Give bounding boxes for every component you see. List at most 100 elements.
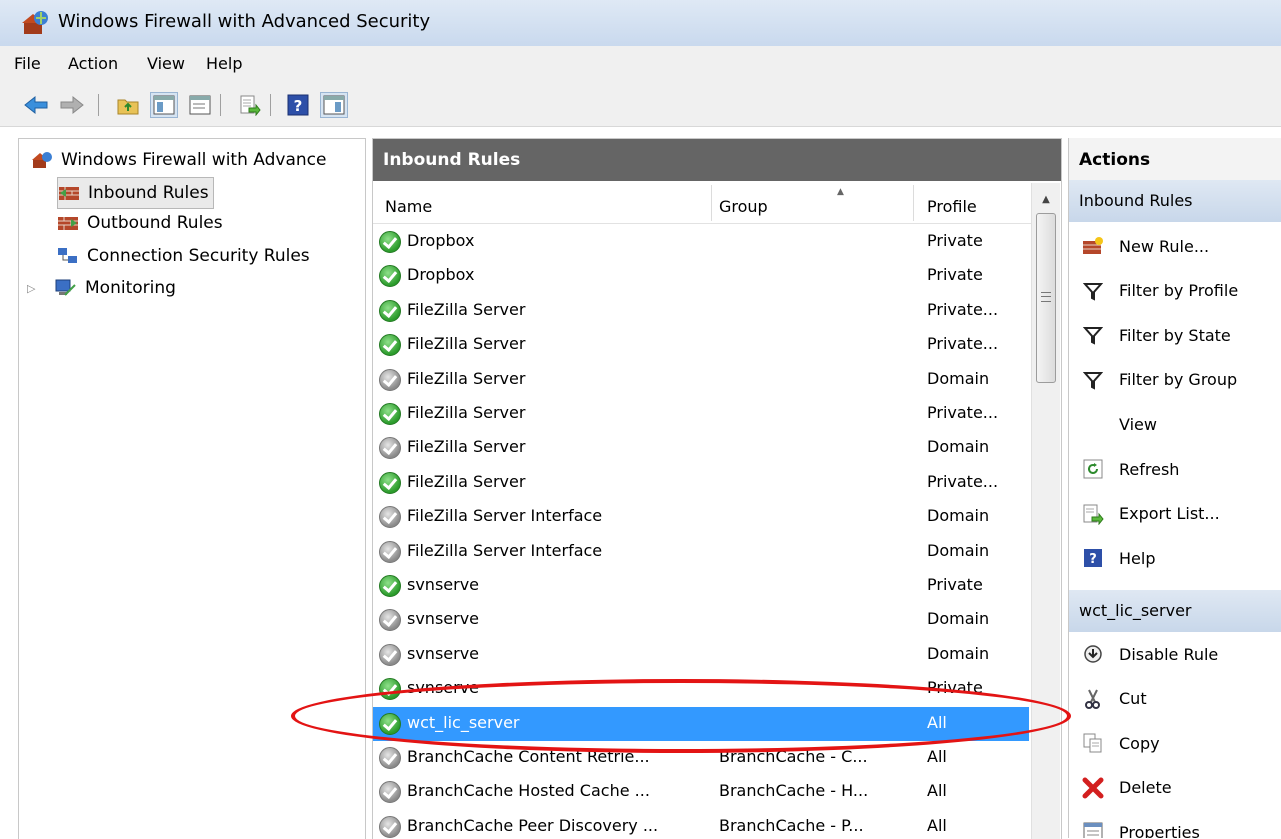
scroll-thumb[interactable]	[1036, 213, 1056, 383]
forward-arrow-icon[interactable]	[58, 92, 86, 118]
rule-name: FileZilla Server Interface	[407, 540, 603, 560]
export-list-icon[interactable]	[236, 92, 264, 118]
rule-profile: Private...	[927, 471, 999, 491]
rule-name: FileZilla Server	[407, 437, 526, 457]
disabled-rule-icon	[379, 781, 401, 804]
rule-row[interactable]: BranchCache Content Retrie... BranchCache…	[373, 741, 1029, 775]
menu-view[interactable]: View	[147, 54, 185, 73]
rules-pane-header: Inbound Rules	[373, 139, 1061, 181]
show-hide-details-icon[interactable]	[186, 92, 214, 118]
show-hide-console-tree-icon[interactable]	[150, 92, 178, 118]
rule-profile: Domain	[927, 437, 990, 457]
action-copy[interactable]: Copy	[1069, 721, 1281, 765]
action-label: New Rule...	[1119, 236, 1210, 256]
rule-row[interactable]: BranchCache Hosted Cache ... BranchCache …	[373, 775, 1029, 809]
enabled-rule-icon	[379, 403, 401, 425]
rule-row[interactable]: FileZilla Server Interface Domain	[373, 500, 1029, 534]
rule-row[interactable]: svnserve Private	[373, 672, 1029, 706]
disabled-rule-icon	[379, 368, 401, 391]
rule-row[interactable]: FileZilla Server Private...	[373, 466, 1029, 500]
action-label: Properties	[1119, 822, 1200, 838]
filter-icon	[1081, 279, 1105, 303]
export-list-icon	[1081, 502, 1105, 526]
disabled-rule-icon	[379, 437, 401, 460]
action-new-rule[interactable]: New Rule...	[1069, 224, 1281, 268]
expand-arrow-icon[interactable]: ▷	[27, 282, 41, 295]
action-view[interactable]: View	[1069, 402, 1281, 446]
scroll-up-icon[interactable]: ▲	[1036, 189, 1056, 209]
column-divider[interactable]	[711, 185, 712, 221]
disabled-rule-icon	[379, 643, 401, 666]
rule-row[interactable]: FileZilla Server Private...	[373, 294, 1029, 328]
column-header-group[interactable]: Group	[719, 197, 768, 216]
enabled-rule-icon	[379, 678, 401, 701]
tree-root-firewall[interactable]: Windows Firewall with Advance	[31, 145, 326, 175]
rule-name: FileZilla Server	[407, 403, 526, 422]
column-header-profile[interactable]: Profile	[927, 197, 977, 216]
rule-row[interactable]: svnserve Private	[373, 569, 1029, 603]
filter-icon	[1081, 323, 1105, 347]
rule-row[interactable]: BranchCache Peer Discovery ... BranchCach…	[373, 810, 1029, 839]
tree-item-monitoring[interactable]: ▷ Monitoring	[27, 273, 176, 303]
column-header-name[interactable]: Name	[385, 197, 432, 216]
action-filter-by-state[interactable]: Filter by State	[1069, 313, 1281, 357]
rule-name: svnserve	[407, 643, 480, 663]
svg-text:?: ?	[294, 97, 303, 115]
up-folder-icon[interactable]	[114, 92, 142, 118]
rule-row[interactable]: FileZilla Server Private...	[373, 328, 1029, 362]
rule-row[interactable]: FileZilla Server Domain	[373, 363, 1029, 397]
disabled-rule-icon	[379, 506, 401, 529]
refresh-icon	[1081, 457, 1105, 481]
rule-row[interactable]: FileZilla Server Interface Domain	[373, 535, 1029, 569]
tree-item-inbound-rules[interactable]: Inbound Rules	[57, 177, 214, 209]
action-label: Copy	[1119, 733, 1160, 753]
actions-pane-header: Actions	[1069, 138, 1281, 181]
rule-name: svnserve	[407, 678, 480, 698]
rule-row[interactable]: Dropbox Private	[373, 259, 1029, 293]
action-properties[interactable]: Properties	[1069, 810, 1281, 838]
action-help[interactable]: ? Help	[1069, 536, 1281, 580]
menu-action[interactable]: Action	[68, 54, 118, 73]
actions-section-selected-rule[interactable]: wct_lic_server	[1069, 590, 1281, 632]
menu-file[interactable]: File	[14, 54, 41, 73]
action-disable-rule[interactable]: Disable Rule	[1069, 632, 1281, 676]
action-label: Cut	[1119, 689, 1147, 709]
tree-item-connection-security-rules[interactable]: Connection Security Rules	[57, 241, 310, 271]
help-icon[interactable]: ?	[284, 92, 312, 118]
rule-row[interactable]: svnserve Domain	[373, 638, 1029, 672]
rules-pane: Inbound Rules Name Group ▲ Profile Dropb…	[372, 138, 1062, 839]
rule-row[interactable]: wct_lic_server All	[373, 706, 1029, 741]
action-label: View	[1119, 414, 1157, 434]
window-title: Windows Firewall with Advanced Security	[58, 11, 431, 32]
actions-section-title: Inbound Rules	[1079, 191, 1193, 210]
menu-help[interactable]: Help	[206, 54, 242, 73]
action-refresh[interactable]: Refresh	[1069, 447, 1281, 491]
rule-name: FileZilla Server	[407, 471, 526, 491]
action-filter-by-group[interactable]: Filter by Group	[1069, 358, 1281, 402]
tree-item-label: Monitoring	[85, 278, 176, 298]
rule-row[interactable]: Dropbox Private	[373, 225, 1029, 259]
action-cut[interactable]: Cut	[1069, 677, 1281, 721]
rule-name: wct_lic_server	[407, 712, 520, 732]
rule-row[interactable]: svnserve Domain	[373, 603, 1029, 637]
vertical-scrollbar[interactable]: ▲	[1031, 183, 1060, 839]
action-export-list[interactable]: Export List...	[1069, 492, 1281, 536]
rule-name: Dropbox	[407, 231, 475, 250]
tree-item-outbound-rules[interactable]: Outbound Rules	[57, 208, 223, 238]
delete-icon	[1081, 776, 1105, 800]
rule-group: BranchCache - H...	[719, 781, 869, 801]
rule-name: svnserve	[407, 609, 480, 629]
rule-profile: Private...	[927, 299, 999, 319]
show-hide-action-pane-icon[interactable]	[320, 92, 348, 118]
filter-icon	[1081, 368, 1105, 392]
outbound-rules-icon	[57, 214, 79, 232]
action-label: Filter by Profile	[1119, 281, 1239, 301]
column-header-row: Name Group ▲ Profile	[373, 183, 1031, 224]
actions-section-inbound-rules[interactable]: Inbound Rules	[1069, 180, 1281, 222]
rule-row[interactable]: FileZilla Server Domain	[373, 431, 1029, 465]
column-divider[interactable]	[913, 185, 914, 221]
back-arrow-icon[interactable]	[22, 92, 50, 118]
rule-row[interactable]: FileZilla Server Private...	[373, 397, 1029, 431]
action-filter-by-profile[interactable]: Filter by Profile	[1069, 269, 1281, 313]
action-delete[interactable]: Delete	[1069, 766, 1281, 810]
